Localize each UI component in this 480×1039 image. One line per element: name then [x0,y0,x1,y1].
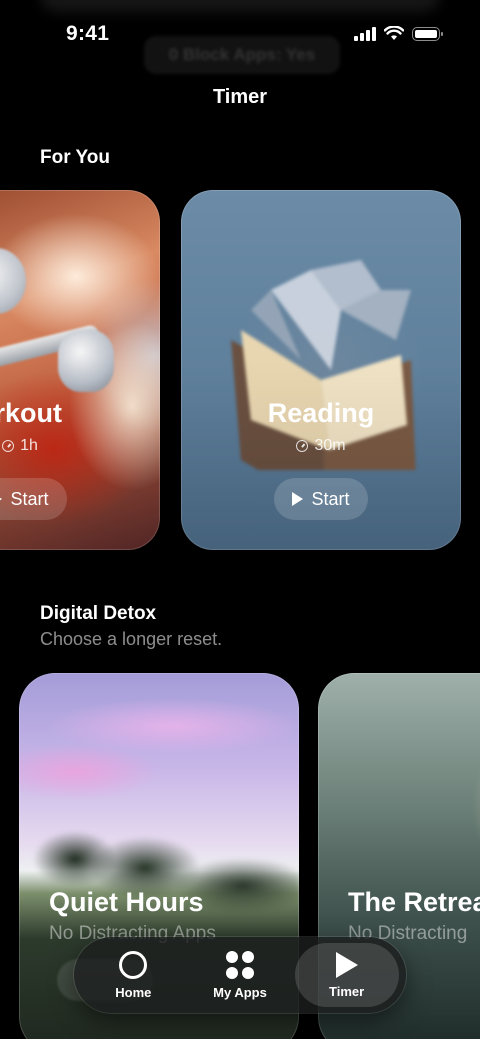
start-button[interactable]: Start [0,478,67,520]
background-chip: 0 Block Apps: Yes [144,36,340,74]
card-title: Quiet Hours [49,887,204,917]
timer-icon [2,440,15,452]
card-title: orkout [0,398,62,428]
apps-grid-icon [225,950,254,979]
wifi-icon [384,26,404,40]
card-duration: 1h [0,437,160,455]
home-icon [119,950,148,979]
start-button[interactable]: Start [274,478,368,520]
card-overlay [0,360,160,550]
timer-icon [296,440,309,452]
cellular-signal-icon [354,26,376,41]
tab-label: Timer [329,983,365,999]
status-icons [354,26,443,41]
digital-detox-subtitle: Choose a longer reset. [40,629,223,649]
timer-screen: 9:41 0 Block Apps: Yes Timer For You ork… [0,0,480,1039]
status-time: 9:41 [66,22,110,45]
start-label: Start [311,488,350,509]
tab-label: Home [115,984,152,1000]
card-duration: 30m [181,437,461,455]
duration-label: 30m [314,437,346,454]
duration-label: 1h [20,437,38,454]
play-icon [292,492,304,506]
card-title: The Retrea [348,887,480,917]
tab-my-apps[interactable]: My Apps [188,943,292,1007]
start-label: Start [10,488,49,509]
play-icon [0,492,3,506]
dynamic-island-blur [40,0,440,12]
battery-icon [412,26,443,41]
card-title: Reading [267,398,375,428]
reading-card[interactable]: Reading 30m Start [181,190,461,550]
page-title: Timer [212,86,268,108]
tab-timer[interactable]: Timer [294,943,399,1007]
play-icon [335,951,358,978]
workout-card[interactable]: orkout 1h Start [0,190,160,550]
digital-detox-title: Digital Detox [40,603,157,624]
tab-label: My Apps [213,984,267,1000]
card-overlay [181,360,461,550]
tab-home[interactable]: Home [81,943,185,1007]
for-you-title: For You [40,147,111,168]
tab-bar: Home My Apps Timer [74,937,406,1013]
dumbbell-image [0,248,26,314]
